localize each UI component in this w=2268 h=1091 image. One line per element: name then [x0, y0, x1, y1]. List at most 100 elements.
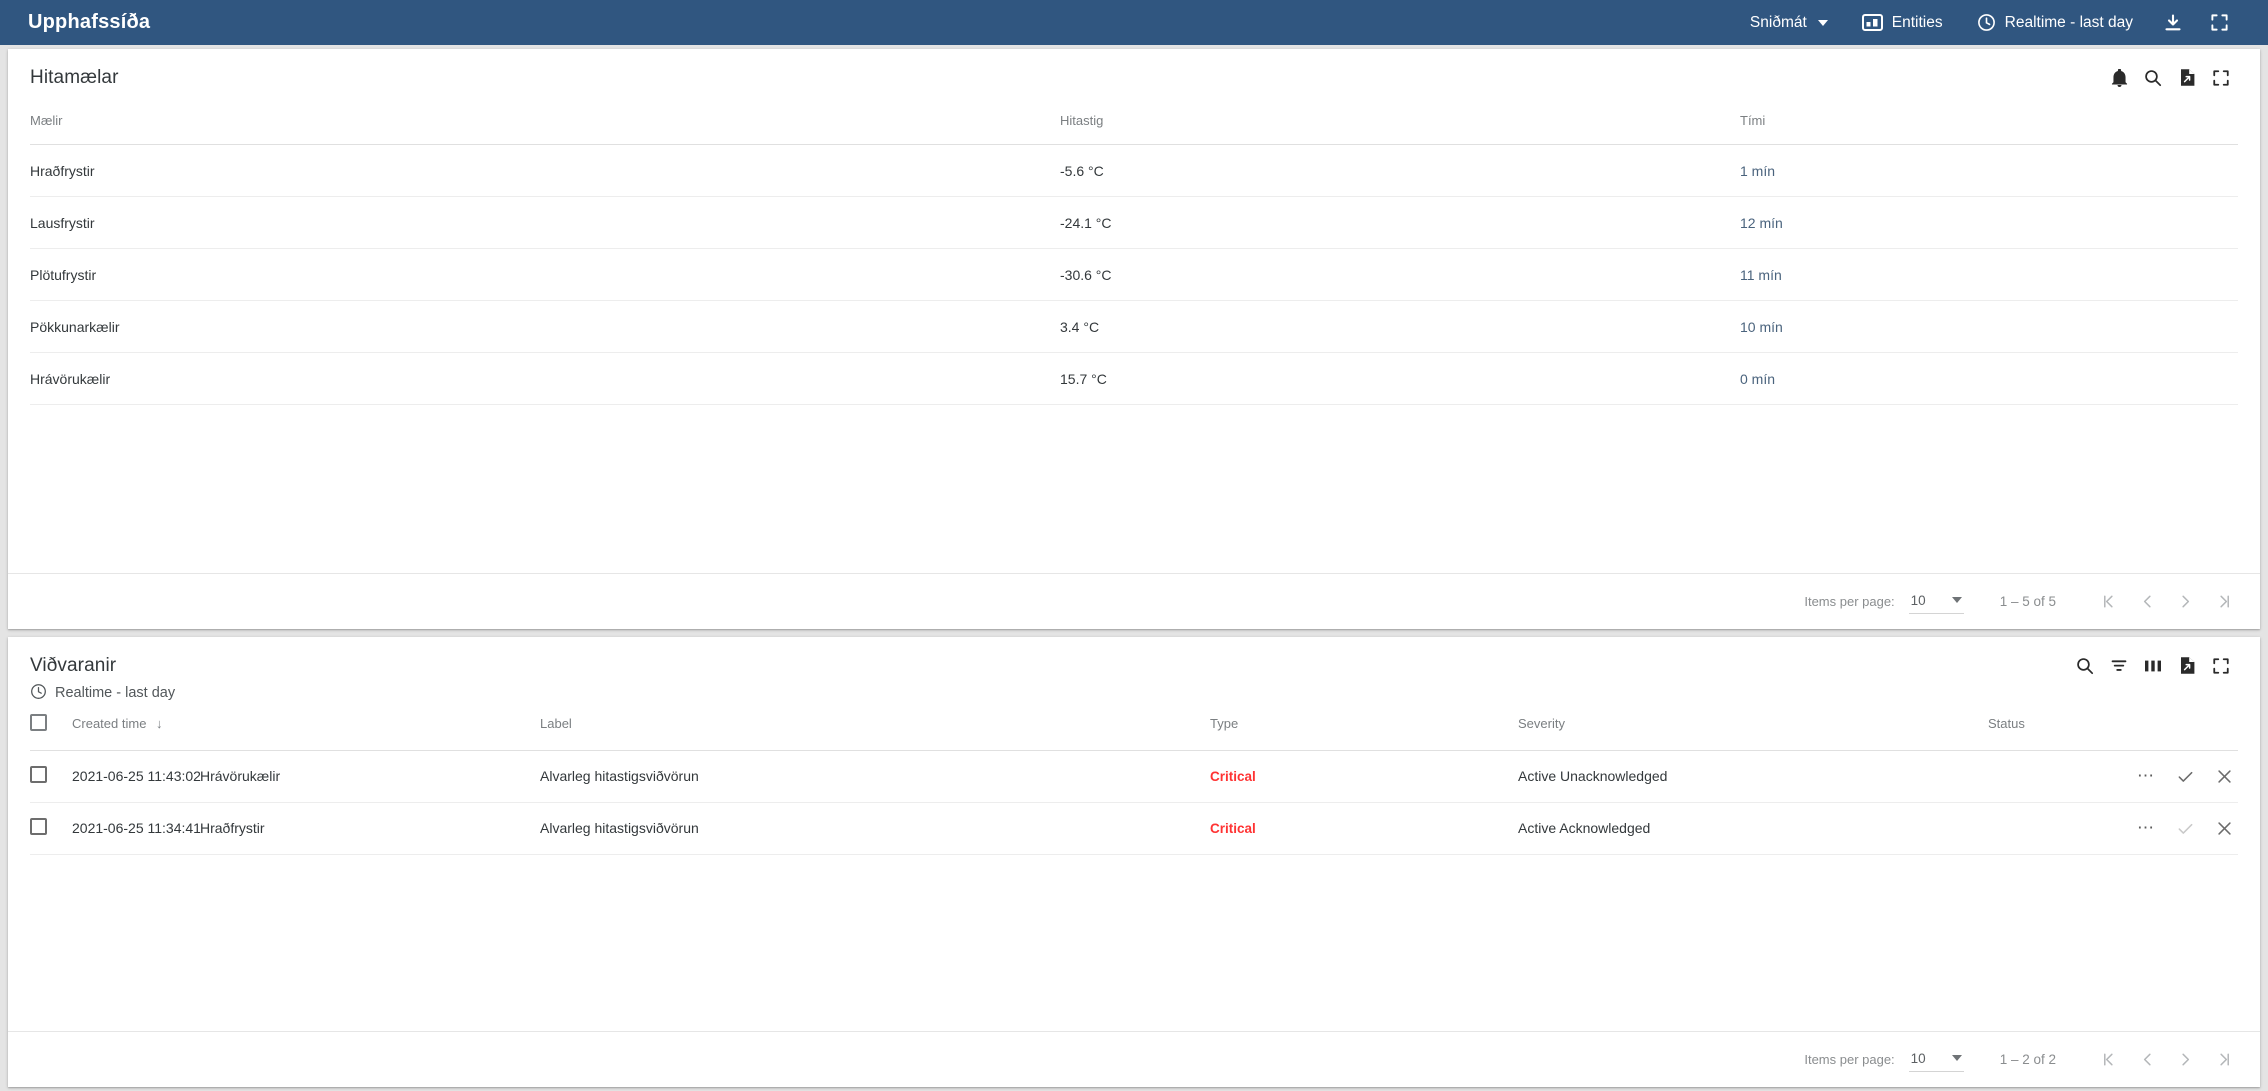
- alarm-status: Active Acknowledged: [1518, 802, 1989, 855]
- alarm-label: Hrávörukælir: [200, 750, 541, 803]
- alarm-label: Hraðfrystir: [200, 802, 541, 855]
- meter-temperature: -5.6 °C: [1060, 144, 1740, 197]
- paginator-buttons: [2090, 1041, 2242, 1079]
- clock-icon: [30, 683, 47, 704]
- column-header-label[interactable]: Label: [540, 703, 1211, 751]
- previous-page-button[interactable]: [2128, 583, 2166, 621]
- meter-temperature: -30.6 °C: [1060, 248, 1740, 301]
- table-row[interactable]: 2021-06-25 11:34:41 Hraðfrystir Alvarleg…: [30, 802, 2238, 855]
- meter-name: Lausfrystir: [30, 196, 1060, 249]
- more-actions-icon[interactable]: ⋯: [2137, 819, 2156, 836]
- previous-page-button[interactable]: [2128, 1041, 2166, 1079]
- columns-icon: [2144, 658, 2162, 679]
- thermometers-table-head: Mælir Hitastig Tími: [30, 103, 2238, 145]
- alarm-row-actions: ⋯: [1988, 750, 2238, 803]
- bell-icon: [2111, 68, 2128, 92]
- clear-alarm-icon[interactable]: [2215, 767, 2234, 786]
- column-header-temperature[interactable]: Hitastig: [1060, 103, 1740, 145]
- select-all-header: [30, 703, 72, 751]
- thermometers-card: Hitamælar Mælir Hitastig Tími Hraðfrysti…: [8, 49, 2260, 629]
- table-row[interactable]: Plötufrystir -30.6 °C 11 mín: [30, 248, 2238, 301]
- entities-button[interactable]: Entities: [1845, 0, 1960, 45]
- alarms-export-button[interactable]: [2170, 651, 2204, 685]
- template-menu-button[interactable]: Sniðmát: [1733, 0, 1845, 45]
- column-header-created-time-label: Created time: [72, 716, 147, 732]
- alarm-created-time: 2021-06-25 11:34:41: [72, 802, 201, 855]
- first-page-button[interactable]: [2090, 583, 2128, 621]
- export-file-icon: [2179, 656, 2196, 680]
- table-row[interactable]: Pökkunarkælir 3.4 °C 10 mín: [30, 300, 2238, 353]
- page-range-label: 1 – 2 of 2: [1999, 1052, 2056, 1067]
- meter-temperature: 3.4 °C: [1060, 300, 1740, 353]
- table-row[interactable]: Hraðfrystir -5.6 °C 1 mín: [30, 144, 2238, 197]
- alarms-table: Created time ↓ Label Type Severity Statu…: [30, 703, 2238, 855]
- fullscreen-dashboard-button[interactable]: [2196, 0, 2242, 45]
- thermometers-card-header: Hitamælar: [8, 49, 2260, 103]
- download-dashboard-button[interactable]: [2150, 0, 2196, 45]
- filter-icon: [2110, 657, 2128, 680]
- chevron-down-icon: [1951, 1055, 1962, 1061]
- meter-name: Hrávörukælir: [30, 352, 1060, 405]
- column-header-meter[interactable]: Mælir: [30, 103, 1060, 145]
- first-page-button[interactable]: [2090, 1041, 2128, 1079]
- items-per-page-value: 10: [1910, 1050, 1926, 1066]
- items-per-page-select[interactable]: 10: [1908, 590, 1964, 614]
- download-icon: [2163, 13, 2183, 33]
- template-menu-label: Sniðmát: [1749, 13, 1807, 31]
- search-icon: [2144, 69, 2162, 92]
- column-header-severity[interactable]: Severity: [1518, 703, 1989, 751]
- last-page-button[interactable]: [2204, 1041, 2242, 1079]
- clear-alarm-icon[interactable]: [2215, 819, 2234, 838]
- column-header-created-time[interactable]: Created time ↓: [72, 703, 541, 751]
- row-checkbox[interactable]: [30, 818, 47, 836]
- alarms-paginator: Items per page: 10 1 – 2 of 2: [8, 1031, 2260, 1087]
- table-row[interactable]: 2021-06-25 11:43:02 Hrávörukælir Alvarle…: [30, 750, 2238, 803]
- meter-temperature: 15.7 °C: [1060, 352, 1740, 405]
- alarms-columns-button[interactable]: [2136, 651, 2170, 685]
- meter-temperature: -24.1 °C: [1060, 196, 1740, 249]
- column-header-time[interactable]: Tími: [1740, 103, 2238, 145]
- alarm-severity: Critical: [1210, 802, 1519, 855]
- thermometers-export-button[interactable]: [2170, 63, 2204, 97]
- row-checkbox[interactable]: [30, 766, 47, 784]
- alarm-created-time: 2021-06-25 11:43:02: [72, 750, 201, 803]
- alarms-filter-button[interactable]: [2102, 651, 2136, 685]
- table-row[interactable]: Lausfrystir -24.1 °C 12 mín: [30, 196, 2238, 249]
- sort-descending-icon: ↓: [156, 716, 163, 732]
- acknowledge-alarm-icon[interactable]: [2176, 767, 2195, 786]
- select-all-checkbox[interactable]: [30, 713, 47, 731]
- next-page-button[interactable]: [2166, 1041, 2204, 1079]
- column-header-status[interactable]: Status: [1988, 703, 2238, 751]
- column-header-type[interactable]: Type: [1210, 703, 1519, 751]
- alarms-card-header: Viðvaranir Realtime - last day: [8, 637, 2260, 704]
- alarms-timewindow[interactable]: Realtime - last day: [30, 683, 175, 704]
- alarms-header-row: Created time ↓ Label Type Severity Statu…: [30, 703, 2238, 751]
- meter-time: 12 mín: [1740, 196, 2238, 249]
- last-page-button[interactable]: [2204, 583, 2242, 621]
- items-per-page-select[interactable]: 10: [1908, 1048, 1964, 1072]
- alarms-timewindow-label: Realtime - last day: [55, 685, 176, 702]
- table-row[interactable]: Hrávörukælir 15.7 °C 0 mín: [30, 352, 2238, 405]
- clock-icon: [1977, 13, 1996, 32]
- thermometers-title: Hitamælar: [30, 67, 119, 88]
- chevron-down-icon: [1951, 597, 1962, 603]
- alarms-table-body: 2021-06-25 11:43:02 Hrávörukælir Alvarle…: [30, 750, 2238, 855]
- thermometers-notifications-button[interactable]: [2102, 63, 2136, 97]
- thermometers-header-row: Mælir Hitastig Tími: [30, 103, 2238, 145]
- thermometers-fullscreen-button[interactable]: [2204, 63, 2238, 97]
- chevron-down-icon: [1817, 19, 1828, 26]
- timewindow-button[interactable]: Realtime - last day: [1960, 0, 2150, 45]
- alarms-search-button[interactable]: [2068, 651, 2102, 685]
- items-per-page-label: Items per page:: [1804, 594, 1895, 609]
- entities-icon: [1861, 14, 1883, 31]
- fullscreen-icon: [2212, 69, 2230, 92]
- alarms-table-wrap: Created time ↓ Label Type Severity Statu…: [8, 703, 2260, 855]
- next-page-button[interactable]: [2166, 583, 2204, 621]
- toolbar-actions: Sniðmát Entities Realtime - last day: [1733, 0, 2242, 45]
- row-select-cell: [30, 750, 72, 803]
- alarms-fullscreen-button[interactable]: [2204, 651, 2238, 685]
- more-actions-icon[interactable]: ⋯: [2137, 767, 2156, 784]
- meter-time: 11 mín: [1740, 248, 2238, 301]
- acknowledge-alarm-icon: [2176, 819, 2195, 838]
- thermometers-search-button[interactable]: [2136, 63, 2170, 97]
